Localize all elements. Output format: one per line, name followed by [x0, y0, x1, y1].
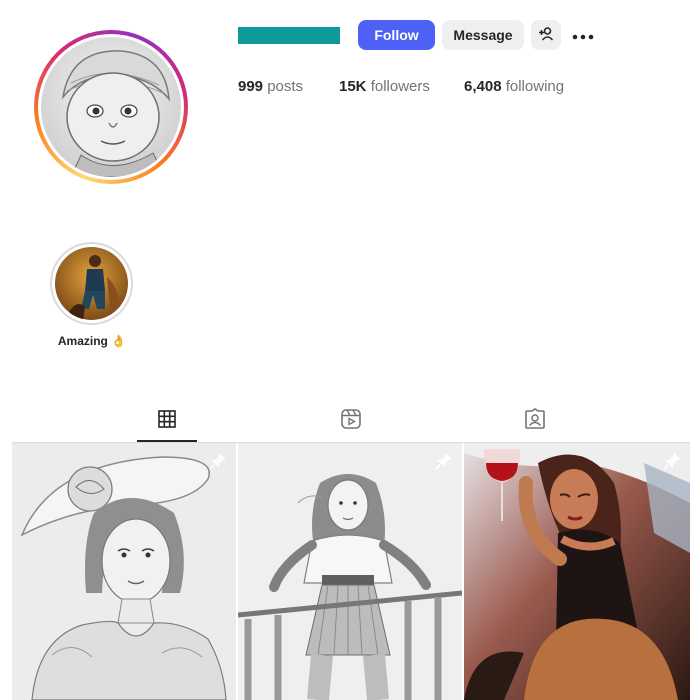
add-user-icon	[538, 26, 554, 45]
followers-stat[interactable]: 15K followers	[339, 78, 430, 95]
add-user-button[interactable]	[531, 20, 561, 50]
grid-icon	[157, 409, 177, 434]
pinned-icon	[662, 451, 682, 471]
posts-stat: 999 posts	[238, 78, 303, 95]
avatar[interactable]	[41, 37, 181, 177]
posts-count: 999	[238, 78, 264, 95]
post-image	[464, 443, 690, 700]
profile-avatar-ring[interactable]	[34, 30, 188, 184]
grid-post[interactable]	[238, 443, 462, 700]
highlight-cover	[55, 247, 128, 320]
post-image	[238, 443, 462, 700]
following-label: following	[505, 78, 565, 95]
more-options-button[interactable]	[568, 20, 598, 50]
tagged-icon	[524, 407, 546, 435]
following-count: 6,408	[464, 78, 502, 95]
posts-label: posts	[267, 78, 304, 95]
username-redacted-bar	[238, 27, 340, 44]
highlight-border	[52, 244, 131, 323]
highlight-label: Amazing 👌	[57, 334, 127, 348]
pinned-icon	[208, 451, 228, 471]
grid-post[interactable]	[464, 443, 690, 700]
pinned-icon	[434, 451, 454, 471]
message-button[interactable]: Message	[442, 20, 524, 50]
followers-count: 15K	[339, 78, 367, 95]
avatar-border	[38, 34, 184, 180]
tab-posts[interactable]	[137, 406, 197, 436]
more-options-icon	[572, 27, 594, 43]
post-image	[12, 443, 236, 700]
reels-icon	[340, 408, 362, 435]
grid-post[interactable]	[12, 443, 236, 700]
followers-label: followers	[370, 78, 430, 95]
tab-reels[interactable]	[321, 406, 381, 436]
highlight-item[interactable]	[50, 242, 133, 325]
tab-tagged[interactable]	[505, 406, 565, 436]
follow-button[interactable]: Follow	[358, 20, 435, 50]
following-stat[interactable]: 6,408 following	[464, 78, 564, 95]
